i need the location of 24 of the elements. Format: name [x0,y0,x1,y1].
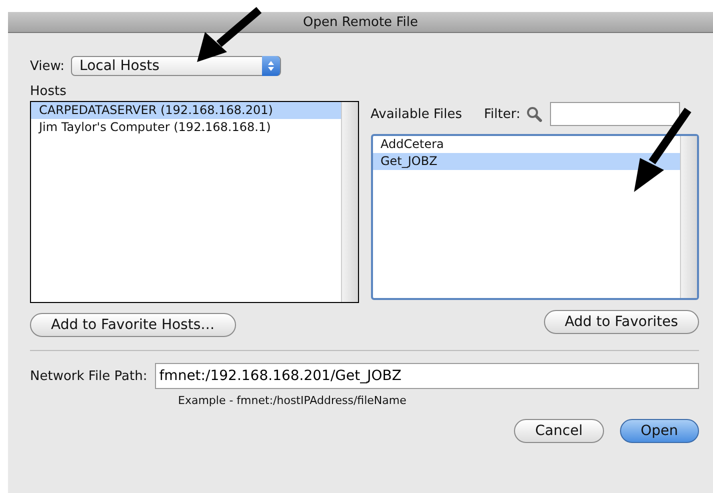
host-item[interactable]: CARPEDATASERVER (192.168.168.201) [31,102,340,119]
example-text: Example - fmnet:/hostIPAddress/fileName [178,394,408,407]
filter-field[interactable] [550,102,680,126]
file-name: AddCetera [380,137,444,151]
path-field[interactable]: fmnet:/192.168.168.201/Get_JOBZ [155,363,699,389]
path-label: Network File Path: [30,368,148,384]
file-row[interactable]: Get_JOBZ [372,153,680,170]
available-files-label: Available Files [370,106,462,122]
host-item[interactable]: Jim Taylor's Computer (192.168.168.1) [31,119,340,136]
stepper-icon [262,56,280,76]
view-label: View: [30,58,65,74]
add-to-favorites-button[interactable]: Add to Favorites [544,310,699,334]
file-name: Get_JOBZ [380,154,438,168]
file-row[interactable]: AddCetera [372,136,680,153]
window-title: Open Remote File [303,14,418,30]
open-button[interactable]: Open [620,419,699,443]
scrollbar[interactable] [340,102,358,302]
hosts-label: Hosts [30,84,68,99]
cancel-button[interactable]: Cancel [514,419,604,443]
filter-label: Filter: [484,106,520,122]
search-icon [526,106,542,122]
scrollbar[interactable] [680,136,697,298]
view-dropdown[interactable]: Local Hosts [70,56,281,76]
add-to-favorite-hosts-button[interactable]: Add to Favorite Hosts… [30,313,236,337]
